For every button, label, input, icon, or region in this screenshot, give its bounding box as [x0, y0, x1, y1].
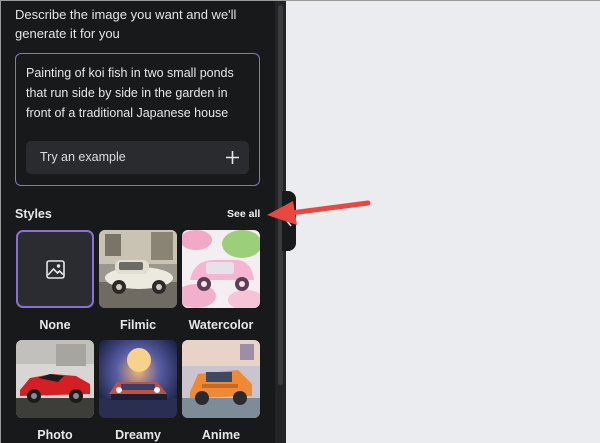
ai-image-panel: Describe the image you want and we'll ge…: [1, 1, 275, 443]
design-canvas[interactable]: [286, 1, 600, 443]
image-icon: [46, 260, 65, 279]
try-example-button[interactable]: Try an example: [26, 141, 249, 174]
style-label-filmic: Filmic: [119, 318, 157, 332]
panel-intro-text: Describe the image you want and we'll ge…: [15, 7, 237, 41]
filmic-thumbnail: [99, 230, 177, 308]
prompt-textarea[interactable]: Painting of koi fish in two small ponds …: [15, 53, 260, 186]
style-tile-watercolor[interactable]: [182, 230, 260, 308]
style-label-none: None: [39, 318, 71, 332]
chevron-left-icon: [285, 215, 292, 227]
styles-heading: Styles: [15, 207, 52, 221]
anime-thumbnail: [182, 340, 260, 418]
photo-thumbnail: [16, 340, 94, 418]
style-tile-dreamy[interactable]: [99, 340, 177, 418]
style-label-anime: Anime: [201, 428, 241, 442]
plus-icon: [226, 151, 239, 164]
style-tile-photo[interactable]: [16, 340, 94, 418]
style-tile-filmic[interactable]: [99, 230, 177, 308]
see-all-link[interactable]: See all: [227, 208, 260, 220]
style-label-dreamy: Dreamy: [115, 428, 161, 442]
style-tile-none[interactable]: [16, 230, 94, 308]
screenshot-frame: Describe the image you want and we'll ge…: [0, 0, 600, 443]
style-label-photo: Photo: [37, 428, 73, 442]
prompt-text[interactable]: Painting of koi fish in two small ponds …: [26, 63, 254, 123]
style-label-watercolor: Watercolor: [188, 318, 254, 332]
dreamy-thumbnail: [99, 340, 177, 418]
try-example-label: Try an example: [40, 150, 126, 164]
style-tile-anime[interactable]: [182, 340, 260, 418]
watercolor-thumbnail: [182, 230, 260, 308]
collapse-panel-handle[interactable]: [282, 191, 296, 251]
